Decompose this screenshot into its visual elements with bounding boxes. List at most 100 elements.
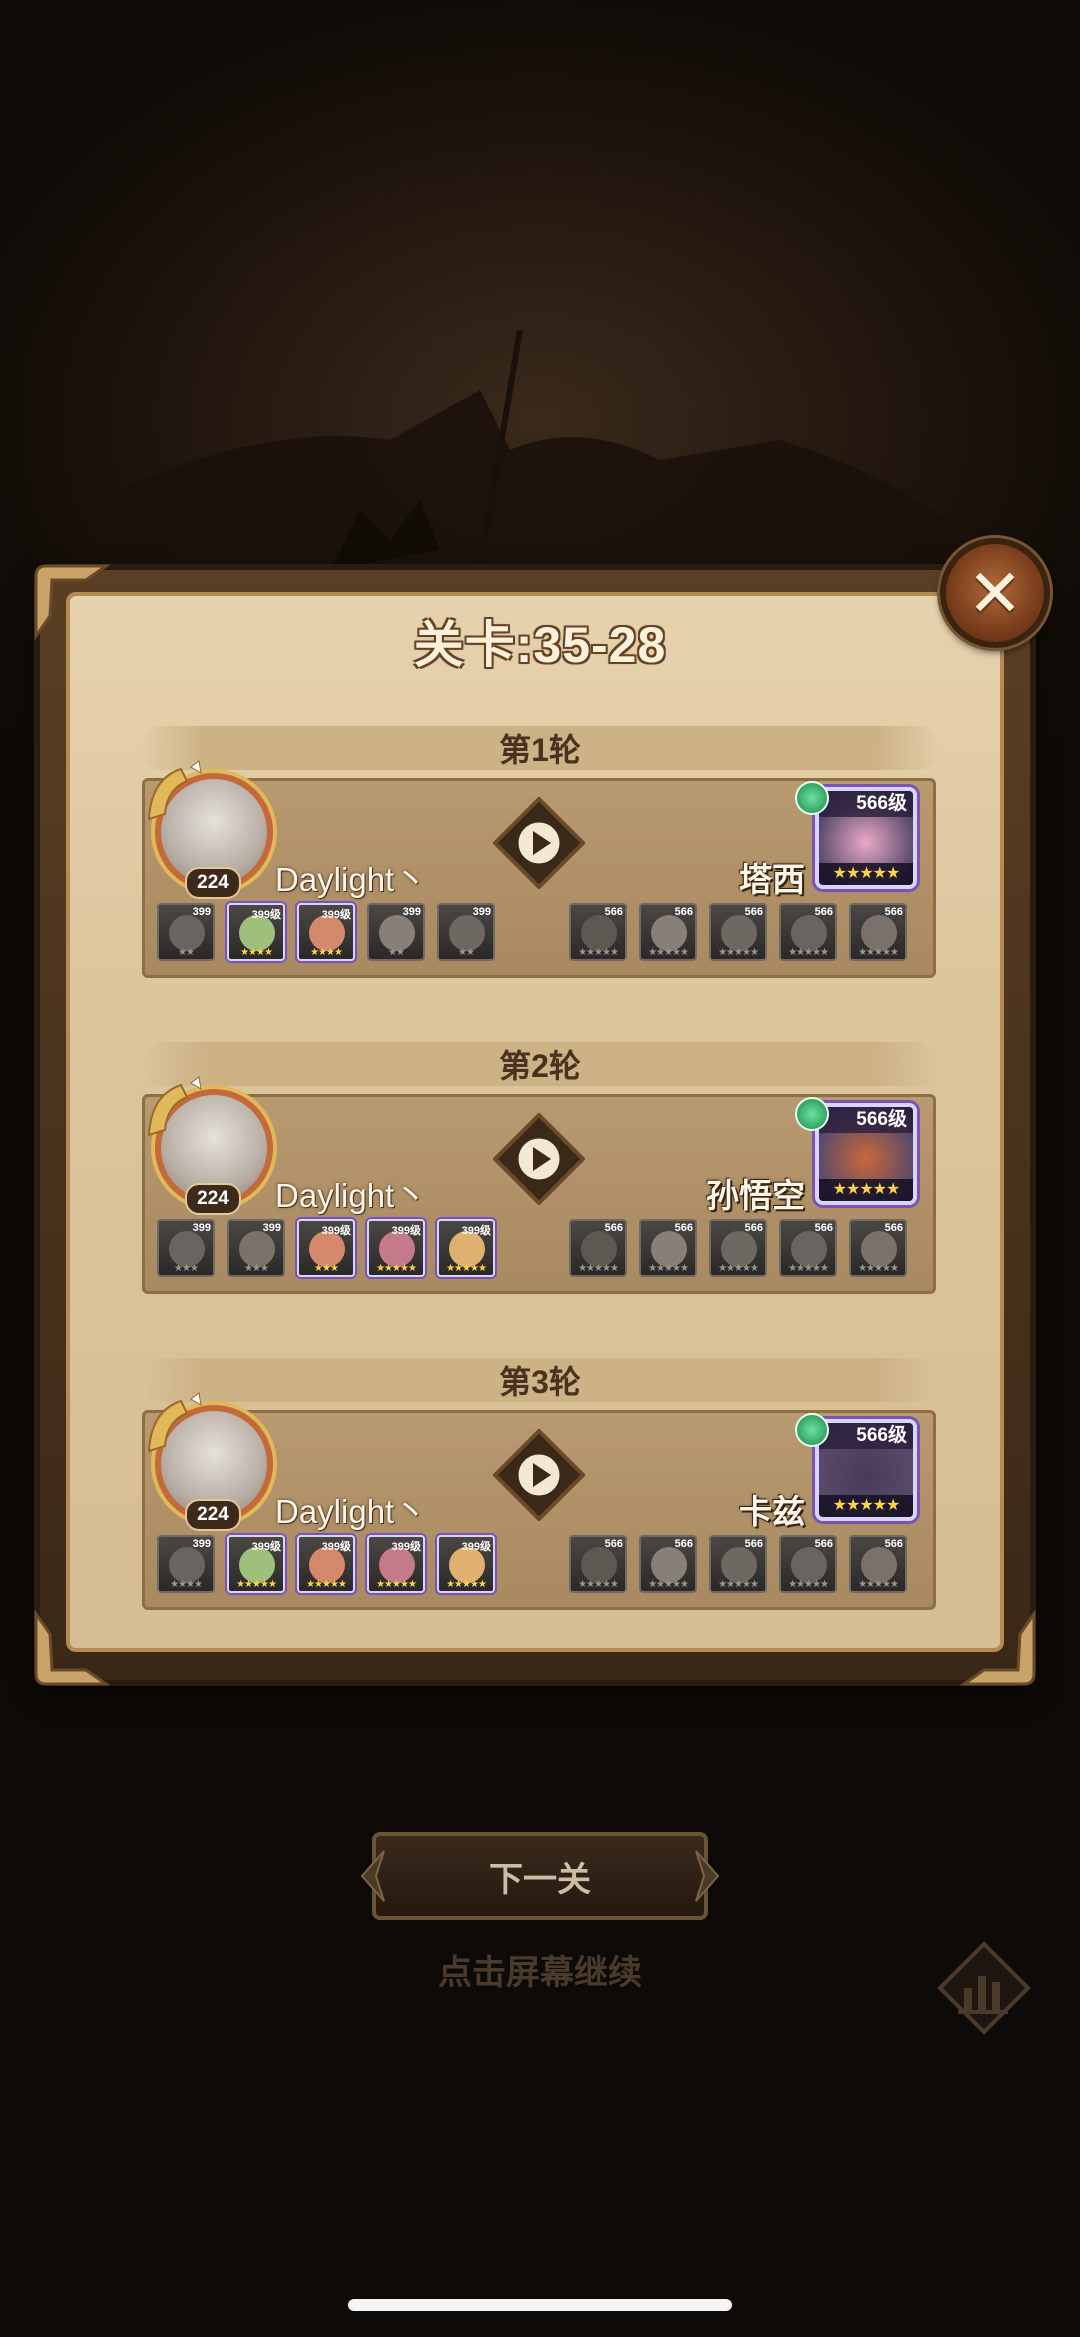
player-level-badge: 224 [185, 1499, 241, 1531]
enemy-portrait[interactable]: 566级 ★★★★★ [815, 787, 917, 889]
enemy-portrait[interactable]: 566级 ★★★★★ [815, 1419, 917, 1521]
player-hero-slot[interactable]: 399级 ★★★★★ [437, 1219, 495, 1277]
next-stage-label: 下一关 [489, 1860, 591, 1899]
hero-stars: ★★ [458, 947, 475, 958]
player-hero-slot[interactable]: 399 ★★★ [227, 1219, 285, 1277]
player-hero-slot[interactable]: 399 ★★ [437, 903, 495, 961]
player-hero-slot[interactable]: 399级 ★★★★ [297, 903, 355, 961]
player-hero-slot[interactable]: 399级 ★★★★★ [367, 1219, 425, 1277]
enemy-hero-slot[interactable]: 566 ★★★★★ [709, 1535, 767, 1593]
hero-stars: ★★★★★ [376, 1263, 417, 1274]
avatar-frame-ornament [147, 1392, 202, 1453]
next-stage-button[interactable]: 下一关 [360, 1832, 720, 1920]
enemy-hero-slot[interactable]: 566 ★★★★★ [709, 1219, 767, 1277]
player-name: Daylight丶 [275, 861, 428, 898]
round-panel: 224 Daylight丶 塔西 566级 ★★★★★ 399 ★★ 399级 [142, 760, 936, 978]
enemy-name: 卡兹 [739, 1493, 805, 1530]
player-level-badge: 224 [185, 1183, 241, 1215]
enemy-hero-slot[interactable]: 566 ★★★★★ [639, 1219, 697, 1277]
hero-stars: ★★★ [314, 1263, 339, 1274]
faction-icon [795, 1413, 829, 1447]
hero-level: 399 [192, 1538, 211, 1550]
enemy-stars: ★★★★★ [819, 1179, 913, 1201]
hero-portrait [721, 1547, 757, 1583]
hero-portrait [651, 915, 687, 951]
player-hero-slot[interactable]: 399级 ★★★★★ [437, 1535, 495, 1593]
enemy-hero-slot[interactable]: 566 ★★★★★ [639, 903, 697, 961]
round-header: 第3轮 [140, 1358, 940, 1402]
enemy-portrait[interactable]: 566级 ★★★★★ [815, 1103, 917, 1205]
hero-portrait [169, 915, 205, 951]
play-icon[interactable] [493, 797, 585, 889]
hero-level: 566 [814, 1538, 833, 1550]
hero-level: 566 [884, 1222, 903, 1234]
enemy-hero-slot[interactable]: 566 ★★★★★ [779, 903, 837, 961]
arrow-right-ornament-icon [695, 1850, 720, 1902]
hero-level: 399级 [461, 1225, 491, 1237]
hero-level: 399 [192, 906, 211, 918]
home-indicator[interactable] [348, 2299, 732, 2311]
frame-corner-ornament [959, 1609, 1036, 1686]
hero-stars: ★★★★★ [788, 1263, 829, 1274]
enemy-hero-slot[interactable]: 566 ★★★★★ [569, 903, 627, 961]
hero-stars: ★★★★★ [648, 1579, 689, 1590]
round-panel: 224 Daylight丶 卡兹 566级 ★★★★★ 399 ★★★★ 399… [142, 1392, 936, 1610]
play-icon[interactable] [493, 1429, 585, 1521]
player-hero-slot[interactable]: 399 ★★★★ [157, 1535, 215, 1593]
player-hero-slot[interactable]: 399 ★★ [367, 903, 425, 961]
faction-icon [795, 1097, 829, 1131]
hero-stars: ★★★★★ [858, 1263, 899, 1274]
hero-stars: ★★★★ [170, 1579, 203, 1590]
play-icon[interactable] [493, 1113, 585, 1205]
hero-stars: ★★★★ [310, 947, 343, 958]
hero-level: 566 [744, 906, 763, 918]
hero-level: 399级 [391, 1225, 421, 1237]
hero-level: 566 [674, 1538, 693, 1550]
hero-level: 566 [884, 1538, 903, 1550]
hero-portrait [861, 915, 897, 951]
player-hero-slot[interactable]: 399级 ★★★★★ [367, 1535, 425, 1593]
hero-level: 399级 [391, 1541, 421, 1553]
enemy-hero-slot[interactable]: 566 ★★★★★ [779, 1535, 837, 1593]
enemy-hero-row: 566 ★★★★★ 566 ★★★★★ 566 ★★★★★ 566 ★★★★★ [569, 903, 907, 961]
enemy-hero-slot[interactable]: 566 ★★★★★ [569, 1219, 627, 1277]
hero-level: 399 [472, 906, 491, 918]
hero-level: 399级 [321, 909, 351, 921]
player-hero-slot[interactable]: 399级 ★★★★ [227, 903, 285, 961]
enemy-hero-slot[interactable]: 566 ★★★★★ [569, 1535, 627, 1593]
hero-portrait [651, 1547, 687, 1583]
close-button[interactable]: ✕ [940, 538, 1050, 648]
hero-stars: ★★★★★ [578, 1263, 619, 1274]
enemy-hero-slot[interactable]: 566 ★★★★★ [849, 1535, 907, 1593]
enemy-hero-slot[interactable]: 566 ★★★★★ [779, 1219, 837, 1277]
enemy-name: 塔西 [739, 861, 805, 898]
hero-portrait [791, 1547, 827, 1583]
player-hero-slot[interactable]: 399 ★★★ [157, 1219, 215, 1277]
hero-level: 399 [262, 1222, 281, 1234]
hero-stars: ★★★★★ [578, 947, 619, 958]
hero-stars: ★★ [178, 947, 195, 958]
hero-level: 399 [402, 906, 421, 918]
player-hero-slot[interactable]: 399级 ★★★★★ [297, 1535, 355, 1593]
enemy-hero-slot[interactable]: 566 ★★★★★ [849, 903, 907, 961]
close-icon: ✕ [967, 556, 1023, 630]
hero-level: 399级 [251, 909, 281, 921]
hero-portrait [581, 915, 617, 951]
player-hero-slot[interactable]: 399级 ★★★ [297, 1219, 355, 1277]
hero-portrait [379, 915, 415, 951]
hero-level: 399级 [321, 1541, 351, 1553]
bar-chart-icon[interactable] [934, 1938, 1034, 2038]
player-hero-row: 399 ★★★ 399 ★★★ 399级 ★★★ 399级 ★★★★★ 399级… [157, 1219, 495, 1277]
hero-stars: ★★★★★ [788, 947, 829, 958]
hero-stars: ★★★★★ [858, 947, 899, 958]
enemy-hero-slot[interactable]: 566 ★★★★★ [849, 1219, 907, 1277]
enemy-level: 566级 [819, 1107, 913, 1133]
enemy-hero-slot[interactable]: 566 ★★★★★ [639, 1535, 697, 1593]
enemy-hero-slot[interactable]: 566 ★★★★★ [709, 903, 767, 961]
background-silhouette [100, 330, 960, 590]
hero-portrait [791, 1231, 827, 1267]
hero-portrait [169, 1547, 205, 1583]
player-hero-slot[interactable]: 399级 ★★★★★ [227, 1535, 285, 1593]
player-hero-slot[interactable]: 399 ★★ [157, 903, 215, 961]
hero-stars: ★★★★★ [236, 1579, 277, 1590]
